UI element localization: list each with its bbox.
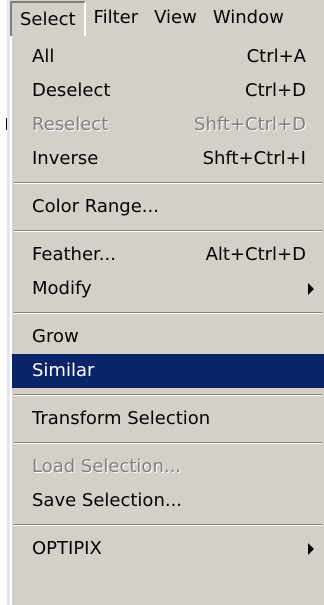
menu-item-shortcut: Shft+Ctrl+D xyxy=(194,114,306,135)
menu-item-label: Save Selection... xyxy=(32,490,183,511)
menu-item-color-range[interactable]: Color Range... xyxy=(12,190,324,224)
select-menu-dropdown: All Ctrl+A Deselect Ctrl+D Reselect Shft… xyxy=(10,36,324,605)
menu-item-shortcut: Alt+Ctrl+D xyxy=(205,244,306,265)
menu-item-label: Reselect xyxy=(32,114,109,135)
menu-item-label: Color Range... xyxy=(32,196,159,217)
menu-item-modify[interactable]: Modify xyxy=(12,272,324,306)
menu-separator xyxy=(12,224,324,238)
menu-item-label: Feather... xyxy=(32,244,116,265)
menu-item-grow[interactable]: Grow xyxy=(12,320,324,354)
menu-item-save-selection[interactable]: Save Selection... xyxy=(12,484,324,518)
menu-separator xyxy=(12,436,324,450)
menu-item-label: Load Selection... xyxy=(32,456,182,477)
menu-separator xyxy=(12,518,324,532)
menu-item-similar[interactable]: Similar xyxy=(12,354,324,388)
menu-item-label: Similar xyxy=(32,360,95,381)
background-window-edge xyxy=(0,0,10,605)
menu-separator xyxy=(12,176,324,190)
menu-item-optipix[interactable]: OPTIPIX xyxy=(12,532,324,566)
menu-item-label: Transform Selection xyxy=(32,408,211,429)
menubar-select[interactable]: Select xyxy=(10,1,86,37)
menu-item-label: OPTIPIX xyxy=(32,538,102,559)
menu-item-label: All xyxy=(32,46,55,67)
menu-item-inverse[interactable]: Inverse Shft+Ctrl+I xyxy=(12,142,324,176)
menubar-window[interactable]: Window xyxy=(205,3,292,33)
menu-item-feather[interactable]: Feather... Alt+Ctrl+D xyxy=(12,238,324,272)
menubar-view[interactable]: View xyxy=(146,3,205,33)
menu-item-all[interactable]: All Ctrl+A xyxy=(12,40,324,74)
menu-item-label: Modify xyxy=(32,278,92,299)
submenu-arrow-icon xyxy=(308,283,314,295)
menu-item-shortcut: Ctrl+A xyxy=(246,46,306,67)
menu-bar: Select Filter View Window xyxy=(10,0,324,37)
screen: Select Filter View Window All Ctrl+A Des… xyxy=(0,0,324,605)
menu-item-label: Grow xyxy=(32,326,79,347)
background-mark xyxy=(6,118,9,130)
menu-item-transform-selection[interactable]: Transform Selection xyxy=(12,402,324,436)
menu-item-reselect: Reselect Shft+Ctrl+D xyxy=(12,108,324,142)
submenu-arrow-icon xyxy=(308,543,314,555)
menubar-filter[interactable]: Filter xyxy=(86,3,147,33)
menu-item-shortcut: Shft+Ctrl+I xyxy=(202,148,306,169)
menu-item-deselect[interactable]: Deselect Ctrl+D xyxy=(12,74,324,108)
menu-item-shortcut: Ctrl+D xyxy=(245,80,306,101)
menu-item-load-selection: Load Selection... xyxy=(12,450,324,484)
menu-item-label: Deselect xyxy=(32,80,111,101)
menu-item-label: Inverse xyxy=(32,148,99,169)
menu-separator xyxy=(12,306,324,320)
menu-separator xyxy=(12,388,324,402)
